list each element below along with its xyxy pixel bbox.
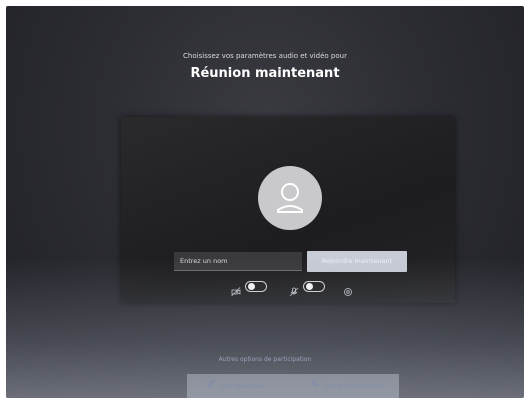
camera-toggle[interactable] [245,281,267,292]
audio-off-option[interactable]: Son désactivé [207,374,266,398]
gear-icon[interactable] [343,282,353,296]
divider [293,380,294,392]
screen: Choisissez vos paramètres audio et vidéo… [6,6,524,398]
other-join-options-link[interactable]: Autres options de participation [6,356,524,363]
camera-off-icon [231,282,241,297]
phone-audio-option[interactable]: Son par téléphone [311,374,384,398]
pre-join-subtitle: Choisissez vos paramètres audio et vidéo… [183,52,347,60]
toggle-knob [306,283,313,290]
avatar-placeholder-icon [258,166,322,230]
media-controls [231,280,361,297]
name-input[interactable] [174,252,302,271]
audio-options-bar: Son désactivé Son par téléphone [187,374,399,398]
audio-off-label: Son désactivé [220,382,266,390]
microphone-off-icon [289,282,299,297]
microphone-toggle[interactable] [303,281,325,292]
toggle-knob [248,283,255,290]
meeting-title: Réunion maintenant [190,66,340,81]
speaker-off-icon [207,374,216,398]
video-preview: Rejoindre maintenant [121,117,455,303]
phone-icon [311,374,320,398]
join-now-button[interactable]: Rejoindre maintenant [307,251,407,272]
phone-audio-label: Son par téléphone [324,382,384,390]
